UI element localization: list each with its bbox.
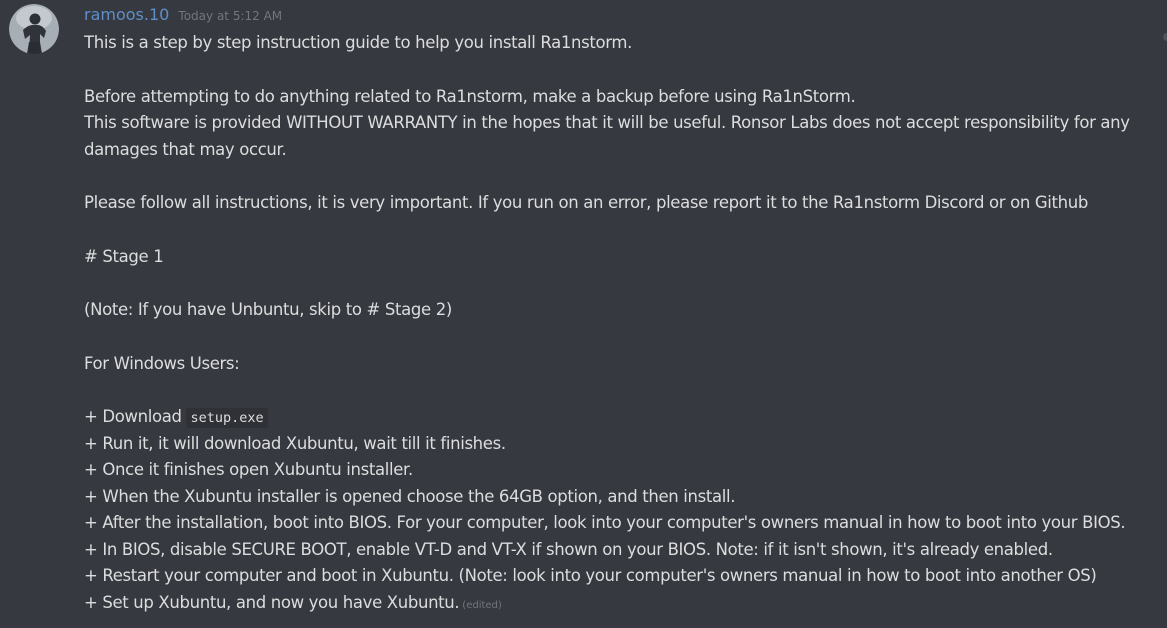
text-line: Please follow all instructions, it is ve… bbox=[84, 193, 1088, 212]
scrollbar-thumb[interactable] bbox=[1163, 33, 1167, 41]
text-line: This is a step by step instruction guide… bbox=[84, 33, 632, 52]
text-line: + When the Xubuntu installer is opened c… bbox=[84, 486, 736, 506]
text-line: + After the installation, boot into BIOS… bbox=[84, 513, 1126, 532]
edited-label: (edited) bbox=[462, 599, 502, 611]
text-fragment: + Set up Xubuntu, and now you have Xubun… bbox=[84, 592, 460, 612]
text-line: + Restart your computer and boot in Xubu… bbox=[84, 566, 1097, 585]
text-fragment: + Download bbox=[84, 407, 187, 426]
message-content: This is a step by step instruction guide… bbox=[84, 30, 1167, 616]
text-line: + Set up Xubuntu, and now you have Xubun… bbox=[84, 590, 1167, 617]
text-line: (Note: If you have Unbuntu, skip to # St… bbox=[84, 300, 452, 319]
user-avatar-icon[interactable] bbox=[9, 4, 59, 54]
text-line: This software is provided WITHOUT WARRAN… bbox=[84, 113, 1130, 159]
text-line: + In BIOS, disable SECURE BOOT, enable V… bbox=[84, 539, 1053, 559]
text-line: # Stage 1 bbox=[84, 246, 164, 266]
username[interactable]: ramoos.10 bbox=[84, 5, 169, 24]
message-header: ramoos.10 Today at 5:12 AM bbox=[84, 5, 282, 27]
chat-message: ramoos.10 Today at 5:12 AM This is a ste… bbox=[0, 0, 1167, 628]
timestamp[interactable]: Today at 5:12 AM bbox=[178, 9, 282, 23]
text-line: + Download setup.exe bbox=[84, 404, 1167, 431]
text-line: Before attempting to do anything related… bbox=[84, 86, 856, 106]
text-line: For Windows Users: bbox=[84, 353, 240, 373]
text-line: + Once it finishes open Xubuntu installe… bbox=[84, 460, 413, 479]
inline-code: setup.exe bbox=[186, 408, 268, 428]
text-line: + Run it, it will download Xubuntu, wait… bbox=[84, 433, 506, 453]
